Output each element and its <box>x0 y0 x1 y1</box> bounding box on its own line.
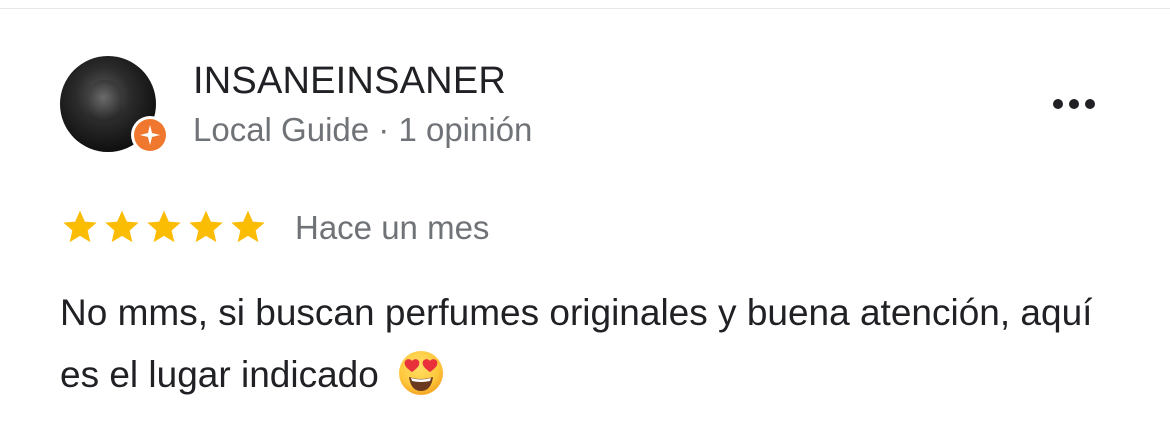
author-meta: Local Guide · 1 opinión <box>193 111 533 148</box>
review-text: No mms, si buscan perfumes originales y … <box>60 282 1110 406</box>
more-options-dot <box>1085 99 1095 109</box>
review-time: Hace un mes <box>295 209 490 246</box>
heart-eyes-emoji <box>399 351 444 395</box>
avatar-photo <box>88 80 122 124</box>
star-rating <box>60 207 268 249</box>
local-guide-star-icon <box>134 119 166 151</box>
author-name[interactable]: INSANEINSANER <box>193 58 506 104</box>
review-card: INSANEINSANER Local Guide · 1 opinión Ha… <box>0 0 1170 442</box>
star-icon <box>147 210 181 243</box>
star-icon <box>231 210 265 243</box>
more-options-button[interactable] <box>1044 88 1104 120</box>
star-icon <box>63 210 97 243</box>
review-text-content: No mms, si buscan perfumes originales y … <box>60 292 1093 395</box>
more-options-dot <box>1069 99 1079 109</box>
star-icon <box>105 210 139 243</box>
more-options-icon <box>1053 99 1063 109</box>
local-guide-badge <box>131 116 169 154</box>
star-icon <box>189 210 223 243</box>
